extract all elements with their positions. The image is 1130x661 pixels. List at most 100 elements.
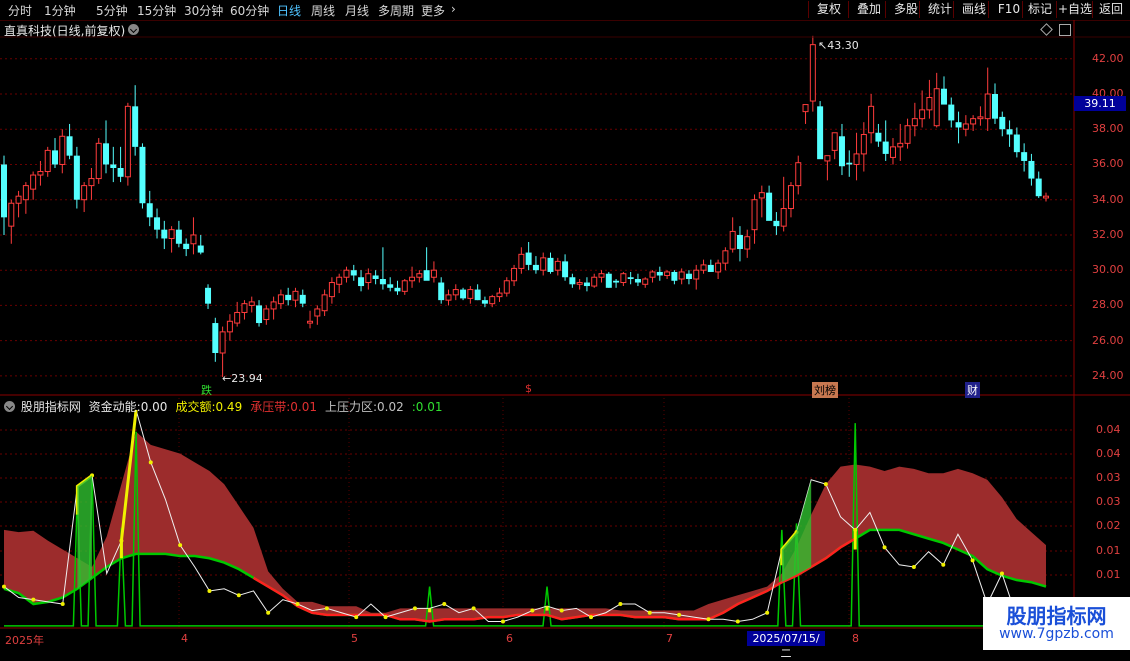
candle-body xyxy=(168,229,175,239)
candle xyxy=(620,271,627,287)
candle xyxy=(328,277,335,304)
candle-body xyxy=(496,292,503,298)
candle xyxy=(503,277,510,297)
candle xyxy=(707,259,714,272)
volume-dot xyxy=(853,527,858,532)
candle xyxy=(540,252,547,276)
candle xyxy=(496,287,503,302)
candle xyxy=(314,305,321,325)
candle xyxy=(919,90,926,128)
candle xyxy=(445,289,452,306)
candle-body xyxy=(277,294,284,305)
candle-body xyxy=(489,296,496,305)
price-tick-label: 36.00 xyxy=(1092,157,1124,171)
candle xyxy=(773,212,780,235)
candle-body xyxy=(678,271,685,280)
candle xyxy=(729,217,736,253)
candle xyxy=(970,115,977,131)
high-annotation: ↖43.30 xyxy=(818,39,859,52)
candle xyxy=(642,277,649,288)
candle xyxy=(219,326,226,377)
candle-body xyxy=(809,44,816,102)
candle xyxy=(926,79,933,119)
volume-dot xyxy=(530,608,535,613)
candle-body xyxy=(234,311,241,324)
candle xyxy=(751,194,758,244)
volume-dot xyxy=(207,588,212,593)
candle xyxy=(693,264,700,290)
candle-body xyxy=(860,134,867,155)
candle-body xyxy=(838,136,845,167)
candle-body xyxy=(481,300,488,304)
candle-body xyxy=(671,271,678,281)
candle-body xyxy=(991,94,998,119)
indicator-field: :0.01 xyxy=(412,400,447,414)
candle xyxy=(343,266,350,283)
candle xyxy=(722,247,729,271)
event-marker[interactable]: 财 xyxy=(965,382,980,398)
candle-body xyxy=(372,275,379,279)
candle-body xyxy=(569,277,576,285)
volume-dot xyxy=(471,606,476,611)
candle xyxy=(787,182,794,218)
candle-body xyxy=(511,267,518,282)
indicator-title: 股朋指标网 资金动能:0.00 成交额:0.49 承压带:0.01 上压力区:0.02… xyxy=(4,398,455,414)
candle-body xyxy=(1021,152,1028,161)
indicator-field-value: 0.49 xyxy=(215,400,243,414)
candle-body xyxy=(73,155,80,200)
price-tick-label: 32.00 xyxy=(1092,227,1124,241)
candle-body xyxy=(846,162,853,165)
candle-body xyxy=(751,199,758,231)
volume-dot xyxy=(178,543,183,548)
candle xyxy=(452,284,459,301)
price-tick-label: 34.00 xyxy=(1092,192,1124,206)
candle xyxy=(460,287,467,301)
candle-body xyxy=(88,178,95,187)
indicator-tick-label: 0.03 xyxy=(1096,471,1121,484)
event-marker[interactable]: $ xyxy=(523,382,534,395)
candle-body xyxy=(175,229,182,244)
candle xyxy=(715,259,722,279)
candle xyxy=(525,242,532,271)
candle-body xyxy=(44,149,51,173)
candle xyxy=(81,182,88,213)
candle-body xyxy=(423,270,430,281)
indicator-field-value: 0.01 xyxy=(415,400,443,414)
volume-dot xyxy=(60,602,65,607)
candle-body xyxy=(270,301,277,310)
candle-body xyxy=(853,153,860,165)
price-tick-label: 30.00 xyxy=(1092,263,1124,277)
candle-body xyxy=(22,185,29,201)
candle xyxy=(88,168,95,200)
candle-body xyxy=(103,143,110,165)
candle-body xyxy=(897,142,904,148)
volume-dot xyxy=(823,482,828,487)
candle xyxy=(394,280,401,295)
candle xyxy=(15,190,22,218)
candle-body xyxy=(562,261,569,278)
candle-body xyxy=(605,273,612,288)
candle-body xyxy=(736,234,743,250)
candle xyxy=(999,111,1006,137)
candle xyxy=(948,97,955,128)
indicator-band xyxy=(4,431,1046,622)
candle-body xyxy=(66,136,73,156)
candle-body xyxy=(576,282,583,285)
candle xyxy=(576,279,583,290)
candle-body xyxy=(802,104,809,113)
candle-body xyxy=(824,155,831,162)
candle-body xyxy=(256,305,263,324)
volume-dot xyxy=(941,562,946,567)
time-tick-label: 7 xyxy=(666,632,673,645)
volume-dot xyxy=(2,584,6,589)
candle xyxy=(1006,120,1013,147)
dropdown-circle-icon[interactable] xyxy=(4,401,15,412)
candle-body xyxy=(970,118,977,125)
candle xyxy=(350,264,357,281)
event-marker[interactable]: 跌 xyxy=(199,382,214,398)
candle-body xyxy=(321,294,328,312)
candle-body xyxy=(817,106,824,160)
candle xyxy=(598,270,605,283)
candle-body xyxy=(467,289,474,299)
event-marker[interactable]: 刘榜 xyxy=(812,382,838,398)
